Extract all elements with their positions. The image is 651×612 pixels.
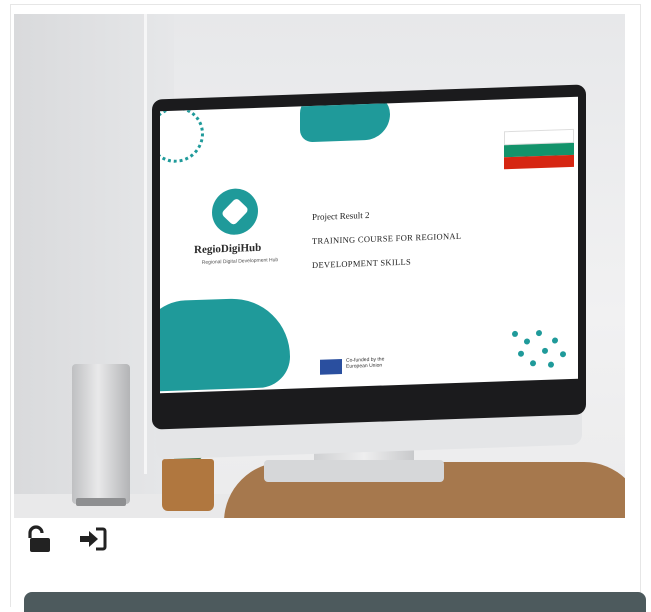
teal-dot [524, 338, 530, 345]
monitor: RegioDigiHub Regional Digital Developmen… [152, 84, 586, 430]
eu-funding-text: Co-funded by the European Union [346, 356, 385, 370]
plant-pot [162, 459, 214, 511]
teal-dot [512, 330, 518, 338]
speaker [72, 364, 130, 504]
speaker-base [76, 498, 126, 506]
unlock-icon[interactable] [26, 524, 56, 554]
enrol-button-bar[interactable] [24, 592, 646, 612]
eu-flag [320, 358, 342, 375]
logo-mark [220, 197, 250, 226]
teal-blob-top [300, 96, 390, 143]
teal-dot [560, 351, 566, 358]
logo-text: RegioDigiHub [194, 241, 262, 257]
monitor-foot [264, 460, 444, 482]
wall-edge [144, 14, 147, 474]
teal-dot [548, 361, 554, 368]
teal-blob-bottom-left [160, 296, 290, 392]
teal-dot [536, 329, 542, 337]
teal-dot [518, 350, 524, 357]
teal-ring-top-left [160, 105, 204, 164]
course-access-icons [26, 522, 108, 556]
course-image[interactable]: RegioDigiHub Regional Digital Developmen… [14, 14, 625, 518]
course-title-line-2: DEVELOPMENT SKILLS [312, 256, 411, 270]
teal-dot [552, 337, 558, 344]
teal-dot [542, 347, 548, 354]
logo-subtitle: Regional Digital Development Hub [201, 257, 279, 266]
course-title-line-1: TRAINING COURSE FOR REGIONAL [312, 230, 462, 246]
regiodigihub-logo [212, 187, 258, 236]
bulgaria-flag [504, 128, 574, 170]
sign-in-icon[interactable] [78, 524, 108, 554]
project-result-title: Project Result 2 [312, 209, 370, 222]
monitor-screen: RegioDigiHub Regional Digital Developmen… [160, 96, 578, 394]
teal-dot [530, 360, 536, 367]
